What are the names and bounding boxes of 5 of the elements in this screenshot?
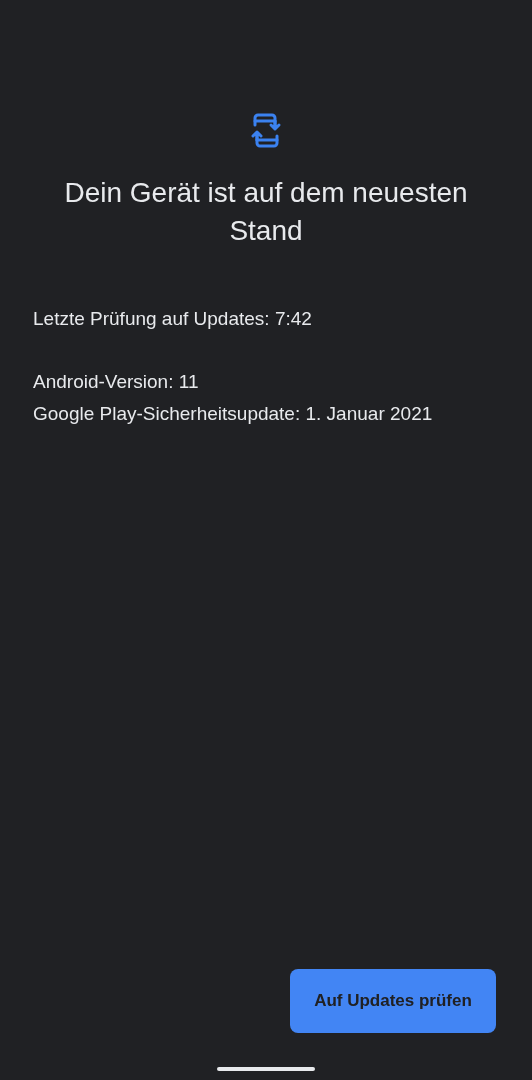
status-title: Dein Gerät ist auf dem neuesten Stand: [63, 176, 469, 248]
info-text: Android-Version: 11: [33, 370, 200, 394]
last-check-text: Letzte Prüfung auf Updates: 7:42: [33, 307, 313, 331]
check-updates-button[interactable]: Auf Updates prüfen: [290, 969, 496, 1033]
info-text: Google Play-Sicherheitsupdate: 1. Januar 2021: [33, 402, 434, 426]
